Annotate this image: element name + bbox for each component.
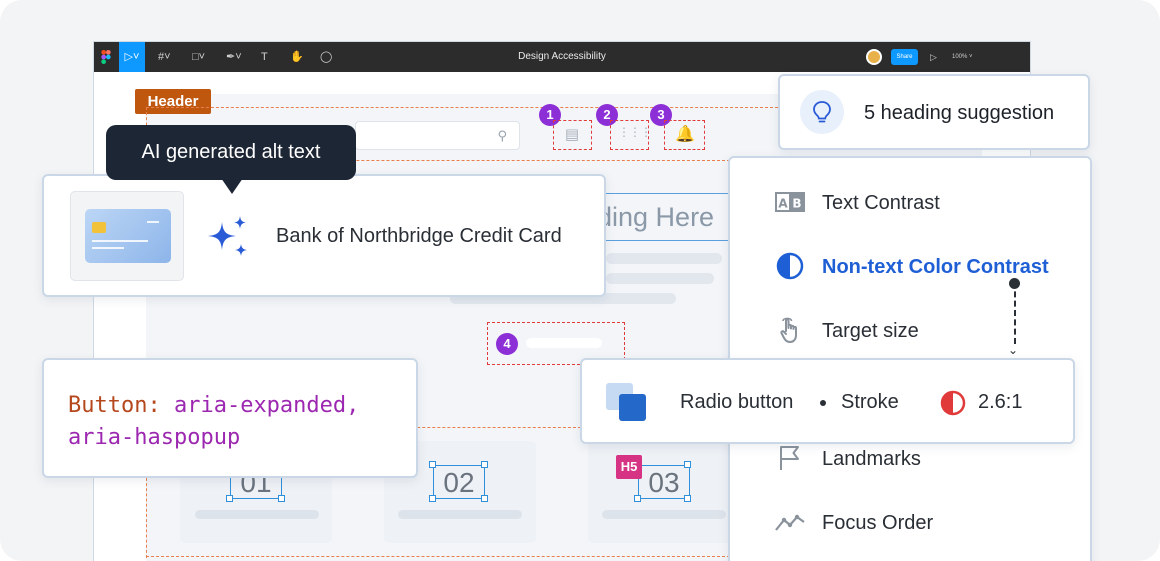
main-outline-left [146, 478, 147, 558]
bell-icon: 🔔 [675, 126, 695, 143]
alt-text-panel: Bank of Northbridge Credit Card [42, 174, 606, 297]
search-input[interactable]: ⚲ [355, 121, 520, 150]
menu-item-label: Landmarks [822, 448, 921, 470]
menu-item-target-size[interactable]: Target size [730, 310, 1090, 350]
card-text-line [602, 510, 726, 519]
chevron-down-icon: ⌄ [1008, 343, 1019, 357]
present-icon[interactable]: ▷ [930, 42, 937, 72]
heading-suggestion-text: 5 heading suggestion [864, 102, 1055, 124]
order-badge-4: 4 [496, 333, 518, 355]
card-text-line [398, 510, 522, 519]
aria-element-key: Button: [68, 393, 161, 418]
menu-item-label: Non-text Color Contrast [822, 256, 1049, 278]
main-outline-bottom [146, 556, 730, 557]
tap-hand-icon [780, 317, 797, 343]
heading-level-badge[interactable]: H5 [616, 455, 642, 479]
grid-icon: ⋮⋮⋮ [618, 125, 652, 139]
half-circle-contrast-icon [776, 252, 804, 280]
aria-attribute: aria-haspopup [68, 425, 241, 450]
svg-text:B: B [792, 197, 801, 211]
card-mark [147, 221, 159, 223]
placeholder-line [606, 273, 714, 284]
card-number: 03 [638, 465, 690, 499]
selection-handle[interactable] [481, 461, 488, 468]
element-name: Radio button [680, 391, 794, 413]
contrast-result-panel[interactable]: Radio button Stroke 2.6:1 [580, 358, 1075, 444]
document-title: Design Accessibility [518, 51, 606, 62]
selection-handle[interactable] [429, 495, 436, 502]
separator-dot [820, 400, 826, 406]
notification-target[interactable]: 🔔 [664, 120, 705, 150]
selection-handle[interactable] [684, 495, 691, 502]
flag-icon [780, 446, 799, 470]
connector-line [1014, 282, 1016, 344]
contrast-ratio: 2.6:1 [978, 391, 1023, 413]
ai-sparkle-icon [208, 216, 247, 256]
avatar[interactable] [866, 49, 882, 65]
contrast-fail-icon [940, 390, 966, 416]
text-contrast-icon: A B [775, 192, 805, 212]
selection-handle[interactable] [684, 461, 691, 468]
card-text-line [195, 510, 319, 519]
menu-item-text-contrast[interactable]: A B Text Contrast [730, 182, 1090, 222]
selection-handle[interactable] [429, 461, 436, 468]
card-name-line [92, 247, 124, 249]
menu-item-label: Text Contrast [822, 192, 940, 214]
figma-toolbar: ▷˅ #˅ □˅ ✒˅ T ✋ ◯ Design Accessibility S… [94, 42, 1030, 72]
video-button-target[interactable]: ▤ [553, 120, 592, 150]
trend-line-icon [775, 514, 805, 531]
menu-item-non-text-contrast[interactable]: Non-text Color Contrast [730, 246, 1090, 286]
selection-handle[interactable] [481, 495, 488, 502]
alt-text-tooltip: AI generated alt text [106, 125, 356, 180]
selection-handle[interactable] [634, 495, 641, 502]
image-thumbnail[interactable] [70, 191, 184, 281]
menu-item-label: Target size [822, 320, 919, 342]
placeholder-line [606, 253, 722, 264]
svg-text:A: A [778, 197, 788, 211]
background: ▷˅ #˅ □˅ ✒˅ T ✋ ◯ Design Accessibility S… [0, 0, 1160, 561]
aria-attributes-panel: Button: aria-expanded, aria-haspopup [42, 358, 418, 478]
lightbulb-icon [813, 101, 831, 123]
layers-icon [606, 383, 648, 423]
selection-handle[interactable] [226, 495, 233, 502]
share-button[interactable]: Share [891, 49, 918, 65]
selection-handle[interactable] [278, 495, 285, 502]
alt-text-label[interactable]: Bank of Northbridge Credit Card [276, 225, 562, 248]
element-property: Stroke [841, 391, 899, 413]
card-number: 02 [433, 465, 485, 499]
search-icon: ⚲ [497, 128, 507, 143]
layer-front [619, 394, 646, 421]
tooltip-arrow [221, 178, 243, 194]
video-icon: ▤ [564, 126, 580, 143]
menu-item-focus-order[interactable]: Focus Order [730, 502, 1090, 542]
heading-suggestion-panel[interactable]: 5 heading suggestion [778, 74, 1090, 150]
credit-card-image [85, 209, 171, 263]
menu-item-landmarks[interactable]: Landmarks [730, 438, 1090, 478]
aria-code-block: Button: aria-expanded, aria-haspopup [68, 390, 359, 454]
button-label-placeholder [526, 338, 602, 348]
card-chip [92, 222, 106, 233]
apps-grid-target[interactable]: ⋮⋮⋮ [610, 120, 652, 150]
bulb-icon-container [800, 90, 844, 134]
header-outline-top [146, 107, 778, 108]
card-number-line [92, 240, 148, 242]
aria-attribute: aria-expanded, [173, 393, 360, 418]
zoom-label: 100% [952, 54, 968, 60]
zoom-dropdown[interactable]: 100% ˅ [952, 42, 973, 72]
menu-item-label: Focus Order [822, 512, 934, 534]
